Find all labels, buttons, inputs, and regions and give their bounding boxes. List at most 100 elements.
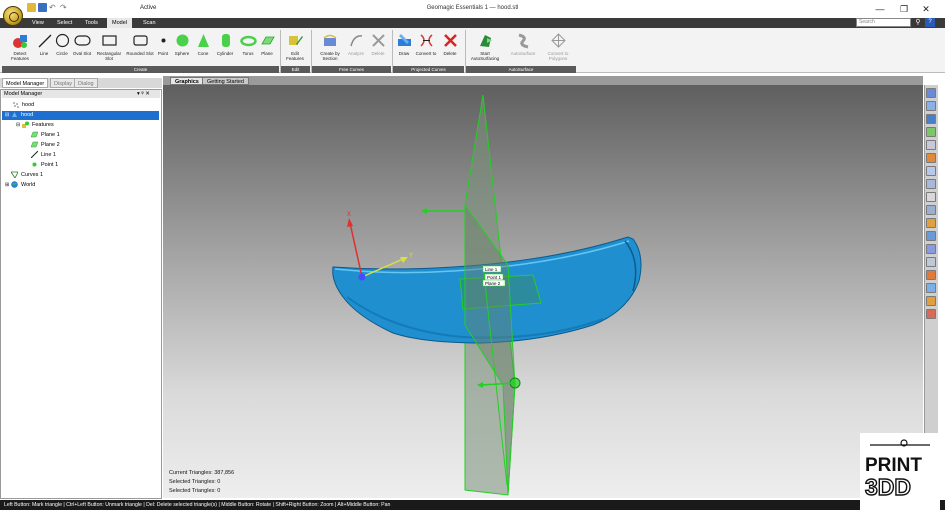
- triangle-stats: Current Triangles: 387,856 Selected Tria…: [169, 469, 234, 496]
- current-triangles: Current Triangles: 387,856: [169, 470, 235, 476]
- analyze-button[interactable]: Analyze: [345, 32, 367, 56]
- point-icon: [31, 161, 38, 168]
- tree-item-plane-1[interactable]: Plane 1: [30, 131, 60, 140]
- group-create: Create: [2, 66, 279, 73]
- tab-view[interactable]: View: [27, 18, 49, 28]
- panel-controls[interactable]: ▾ ᵠ ✕: [137, 90, 150, 98]
- circle-button[interactable]: Circle: [53, 32, 71, 56]
- convert-icon: [418, 32, 435, 49]
- minimize-button[interactable]: —: [874, 3, 886, 15]
- view-top-icon[interactable]: [926, 114, 936, 124]
- point-label: Point 1: [487, 275, 502, 280]
- tab-model-manager[interactable]: Model Manager: [2, 78, 49, 88]
- convert-to-button[interactable]: Convert to: [414, 32, 438, 56]
- tab-model[interactable]: Model: [107, 18, 132, 28]
- autosurface-start-icon: [477, 32, 494, 49]
- help-button[interactable]: ?: [925, 18, 935, 27]
- start-autosurfacing-button[interactable]: Start AutoSurfacing: [467, 32, 503, 61]
- group-autosurface: AutoSurface: [466, 66, 576, 73]
- tree-item-hood-mesh[interactable]: ⊟ hood: [2, 111, 159, 120]
- print3dd-logo: PRINT 3DD: [860, 433, 940, 510]
- plane-label: Plane 2: [485, 281, 501, 286]
- plane-icon: [30, 141, 39, 148]
- tree-item-line-1[interactable]: Line 1: [30, 150, 56, 160]
- view-fit-icon[interactable]: [926, 192, 936, 202]
- maximize-button[interactable]: ❐: [898, 3, 910, 15]
- line-label: Line 1: [485, 267, 498, 272]
- tree-item-world[interactable]: ⊞ World: [5, 181, 35, 190]
- model-manager-panel: [0, 89, 162, 499]
- x-axis-label: X: [347, 212, 351, 218]
- view-section-icon[interactable]: [926, 244, 936, 254]
- view-settings-icon[interactable]: [926, 309, 936, 319]
- cone-button[interactable]: Cone: [194, 32, 212, 56]
- view-right-icon[interactable]: [926, 179, 936, 189]
- group-edit: Edit: [281, 66, 310, 73]
- view-isometric-icon[interactable]: [926, 153, 936, 163]
- rounded-slot-button[interactable]: Rounded Slot: [126, 32, 154, 56]
- view-pan-icon[interactable]: [926, 218, 936, 228]
- delete-icon: [442, 32, 459, 49]
- selected-triangles: Selected Triangles: 0: [169, 479, 221, 485]
- application-menu-button[interactable]: [3, 6, 23, 26]
- torus-icon: [239, 32, 257, 49]
- view-zoom-icon[interactable]: [926, 140, 936, 150]
- y-axis-label: Y: [409, 253, 413, 259]
- close-button[interactable]: ✕: [920, 3, 932, 15]
- line-button[interactable]: Line: [35, 32, 53, 56]
- tab-scan[interactable]: Scan: [138, 18, 161, 28]
- tree-item-plane-2[interactable]: Plane 2: [30, 141, 60, 150]
- torus-button[interactable]: Torus: [238, 32, 258, 56]
- graphics-viewport[interactable]: X Y Line 1 Point 1 Plane 2: [163, 85, 923, 498]
- tree-item-point-1[interactable]: Point 1: [31, 161, 58, 170]
- tree-item-features[interactable]: ⊟ Features: [16, 121, 54, 130]
- plane-icon: [259, 32, 276, 49]
- tab-tools[interactable]: Tools: [80, 18, 103, 28]
- detect-features-button[interactable]: Detect Features: [5, 32, 35, 61]
- rectangular-slot-button[interactable]: Rectangular Slot: [93, 32, 125, 61]
- tab-graphics[interactable]: Graphics: [170, 77, 204, 85]
- point-button[interactable]: Point: [155, 32, 171, 56]
- tab-dialog[interactable]: Dialog: [74, 78, 98, 88]
- autosurface-button[interactable]: AutoSurface: [506, 32, 540, 56]
- search-input[interactable]: Search: [856, 18, 911, 27]
- analyze-icon: [348, 32, 365, 49]
- view-front-icon[interactable]: [926, 88, 936, 98]
- delete-projected-curve-button[interactable]: Delete: [439, 32, 461, 56]
- logo-line1: PRINT: [865, 455, 922, 476]
- cylinder-button[interactable]: Cylinder: [213, 32, 237, 56]
- delete-free-curve-button[interactable]: Delete: [368, 32, 388, 56]
- tab-display[interactable]: Display: [50, 78, 77, 88]
- tree-item-curves-1[interactable]: Curves 1: [10, 171, 43, 180]
- cylinder-icon: [217, 32, 234, 49]
- tab-getting-started[interactable]: Getting Started: [202, 77, 249, 85]
- group-free-curves: Free Curves: [312, 66, 391, 73]
- plane-button[interactable]: Plane: [258, 32, 276, 56]
- oval-slot-icon: [73, 32, 91, 49]
- draw-button[interactable]: Draw: [395, 32, 413, 56]
- convert-to-polygons-button[interactable]: Convert to Polygons: [541, 32, 575, 61]
- view-left-icon[interactable]: [926, 166, 936, 176]
- view-back-icon[interactable]: [926, 101, 936, 111]
- tree-item-hood-pointcloud[interactable]: hood: [12, 101, 34, 110]
- view-orient-icon[interactable]: [926, 231, 936, 241]
- sphere-icon: [174, 32, 191, 49]
- view-color-icon[interactable]: [926, 270, 936, 280]
- search-icon[interactable]: ⚲: [913, 18, 923, 27]
- view-shading-icon[interactable]: [926, 283, 936, 293]
- oval-slot-button[interactable]: Oval Slot: [71, 32, 93, 56]
- line-icon: [36, 32, 53, 49]
- tab-select[interactable]: Select: [52, 18, 77, 28]
- sphere-button[interactable]: Sphere: [172, 32, 192, 56]
- edit-features-button[interactable]: Edit Features: [282, 32, 308, 61]
- view-bottom-icon[interactable]: [926, 127, 936, 137]
- scene-canvas[interactable]: X Y Line 1 Point 1 Plane 2: [163, 85, 923, 498]
- globe-icon: [11, 181, 18, 188]
- window-title: Geomagic Essentials 1 — hood.stl: [426, 5, 519, 11]
- cone-icon: [195, 32, 212, 49]
- create-by-section-button[interactable]: Create by Section: [316, 32, 344, 61]
- view-render-icon[interactable]: [926, 296, 936, 306]
- line-icon: [30, 150, 39, 159]
- view-rotate-icon[interactable]: [926, 205, 936, 215]
- view-lighting-icon[interactable]: [926, 257, 936, 267]
